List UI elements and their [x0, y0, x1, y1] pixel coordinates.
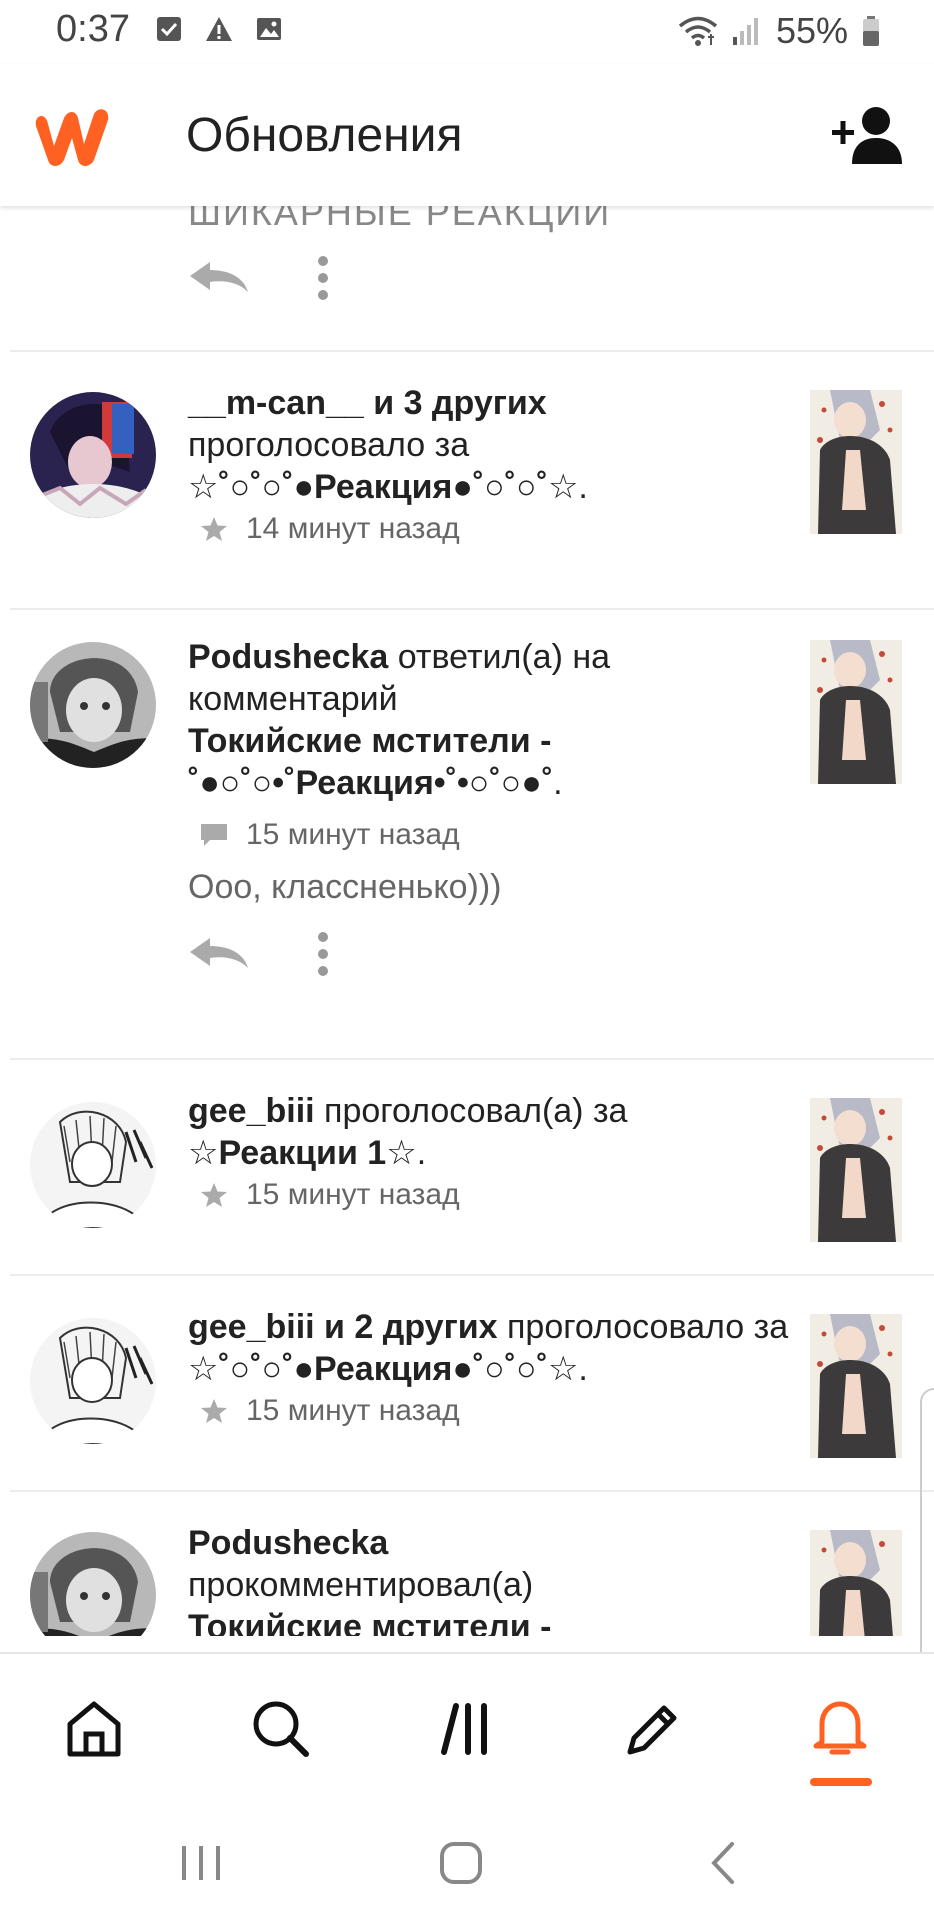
divider [10, 608, 934, 610]
notification-meta: 15 минут назад [200, 1178, 460, 1212]
notification-meta: 15 минут назад [200, 1394, 460, 1428]
add-person-icon[interactable] [830, 104, 904, 166]
reply-icon[interactable] [188, 260, 250, 296]
notification-text: Podushecka прокомментировал(а) Токийские… [188, 1522, 788, 1636]
story-cover-thumbnail[interactable] [810, 1314, 902, 1458]
notification-time: 15 минут назад [246, 818, 460, 851]
battery-icon [863, 16, 879, 46]
notification-target: ☆˚○˚○˚●Реакция●˚○˚○˚☆ [188, 1350, 579, 1388]
notification-target: Токийские мстители - [188, 1608, 552, 1636]
star-icon [201, 517, 227, 541]
notification-target: ☆˚○˚○˚●Реакция●˚○˚○˚☆ [188, 468, 579, 506]
image-icon [257, 18, 281, 40]
partial-comment-text: ШИКАРНЫЕ РЕАКЦИИ [188, 206, 612, 233]
avatar[interactable] [30, 392, 156, 518]
notifications-feed[interactable]: ШИКАРНЫЕ РЕАКЦИИ __m-can__ и 3 других пр… [0, 206, 934, 1636]
home-icon[interactable] [62, 1696, 126, 1760]
divider [10, 1274, 934, 1276]
checkbox-icon [157, 17, 181, 41]
reply-icon[interactable] [188, 936, 250, 972]
more-options-icon[interactable] [316, 256, 330, 300]
star-icon [201, 1183, 227, 1207]
divider [10, 350, 934, 352]
status-bar: 0:37 55% [0, 0, 934, 64]
library-icon[interactable] [436, 1696, 500, 1760]
warning-icon [206, 17, 232, 41]
story-cover-thumbnail[interactable] [810, 1530, 902, 1636]
status-time: 0:37 [56, 8, 130, 50]
notification-action: проголосовал(а) за [314, 1092, 628, 1130]
avatar[interactable] [30, 1532, 156, 1636]
recent-apps-icon[interactable] [176, 1840, 226, 1886]
action-row [188, 932, 330, 976]
notification-time: 15 минут назад [246, 1178, 460, 1211]
active-tab-indicator [810, 1778, 872, 1786]
app-header: Обновления [0, 64, 934, 206]
avatar[interactable] [30, 1318, 156, 1444]
notification-user: gee_biii и 2 других [188, 1308, 498, 1346]
notifications-icon[interactable] [808, 1696, 872, 1760]
signal-icon [732, 18, 758, 45]
reply-text: Ооо, классненько))) [188, 868, 502, 906]
notification-time: 14 минут назад [246, 512, 460, 545]
wifi-icon [678, 16, 718, 46]
story-cover-thumbnail[interactable] [810, 390, 902, 534]
more-options-icon[interactable] [316, 932, 330, 976]
notification-user: __m-can__ и 3 других [188, 384, 547, 422]
notification-action: проголосовало за [188, 426, 470, 464]
star-icon [201, 1399, 227, 1423]
notification-time: 15 минут назад [246, 1394, 460, 1427]
story-cover-thumbnail[interactable] [810, 640, 902, 784]
page-title: Обновления [186, 109, 463, 162]
home-button-icon[interactable] [436, 1840, 486, 1886]
bottom-navigation [0, 1652, 934, 1800]
notification-meta: 14 минут назад [200, 512, 460, 546]
divider [10, 1490, 934, 1492]
notification-text: Podushecka ответил(а) на комментарий Ток… [188, 638, 611, 802]
comment-icon [201, 824, 227, 846]
notification-text: gee_biii и 2 других проголосовало за ☆˚○… [188, 1308, 789, 1388]
divider [10, 1058, 934, 1060]
status-notification-icons [154, 14, 284, 44]
notification-action: проголосовало за [497, 1308, 789, 1346]
avatar[interactable] [30, 642, 156, 768]
notification-user: gee_biii [188, 1092, 315, 1130]
system-navigation [0, 1800, 934, 1920]
notification-action: прокомментировал(а) [188, 1566, 534, 1604]
search-icon[interactable] [248, 1696, 312, 1760]
avatar[interactable] [30, 1102, 156, 1228]
back-icon[interactable] [700, 1840, 750, 1886]
notification-meta: 15 минут назад [200, 818, 460, 852]
story-cover-thumbnail[interactable] [810, 1098, 902, 1242]
status-right: 55% [678, 10, 880, 52]
notification-text: gee_biii проголосовал(а) за ☆Реакции 1☆. [188, 1092, 628, 1172]
notification-user: Podushecka [188, 638, 389, 676]
notification-target: ☆Реакции 1☆ [188, 1134, 417, 1172]
wattpad-logo-icon[interactable] [30, 104, 114, 170]
notification-text: __m-can__ и 3 других проголосовало за ☆˚… [188, 384, 588, 506]
battery-percent: 55% [775, 10, 848, 51]
write-icon[interactable] [620, 1696, 684, 1760]
notification-target: Токийские мстители - ˚●○˚○•˚Реакция•˚•○˚… [188, 722, 554, 802]
action-row [188, 256, 330, 300]
notification-user: Podushecka [188, 1524, 389, 1562]
